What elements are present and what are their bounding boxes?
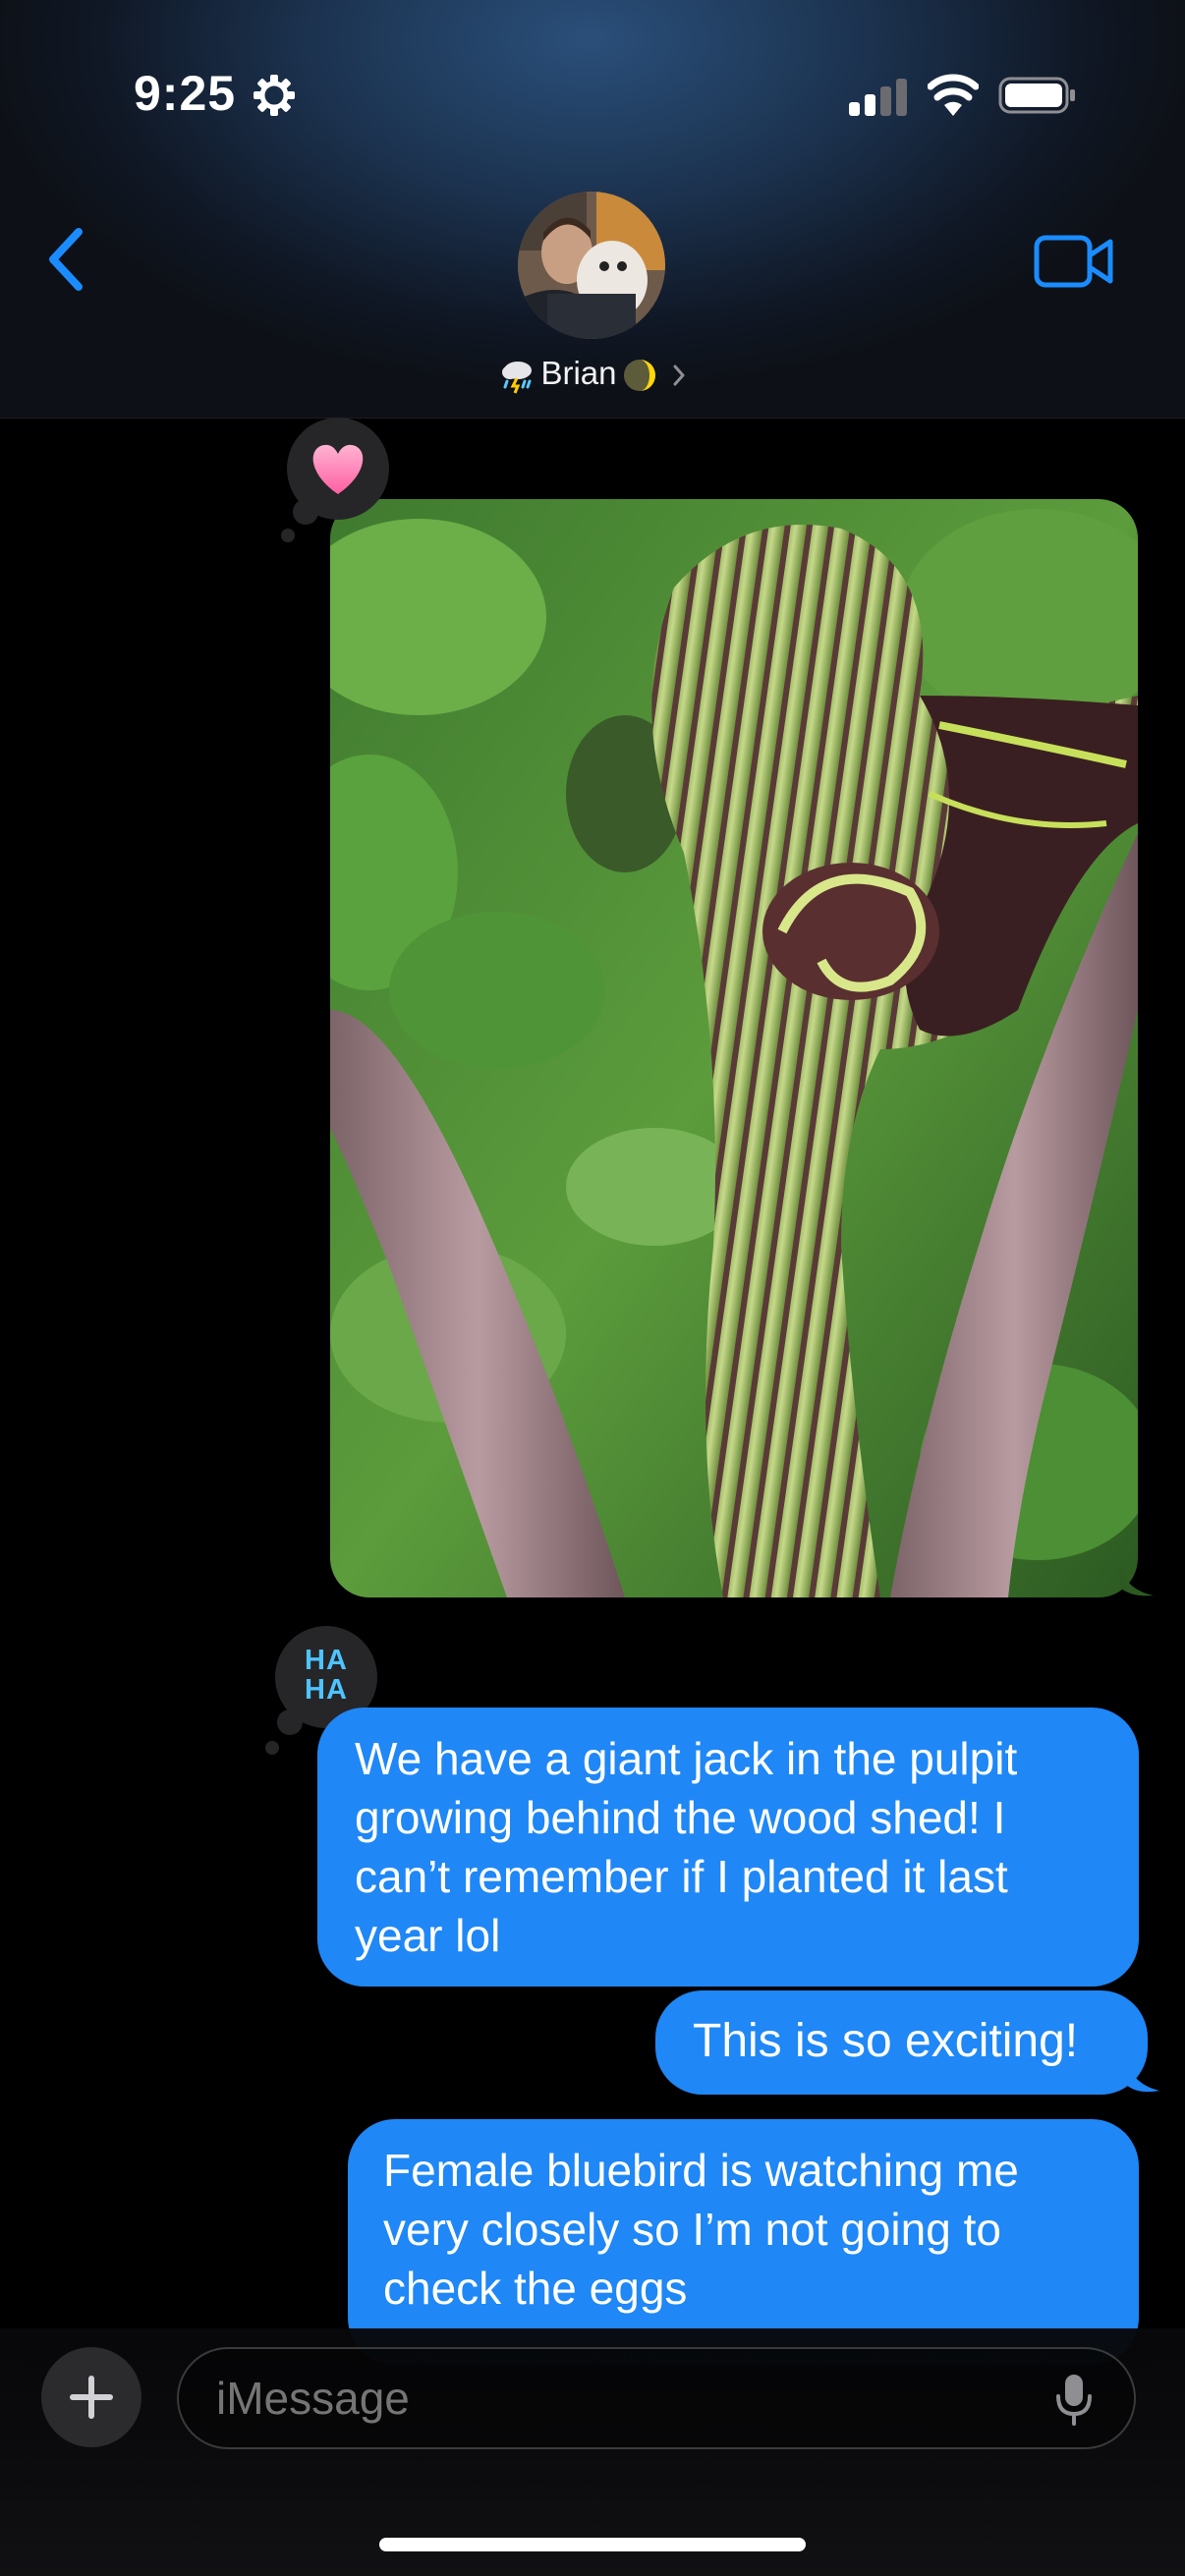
bubble-tail bbox=[1120, 1566, 1154, 1596]
outgoing-message[interactable]: This is so exciting! bbox=[655, 1990, 1148, 2095]
outgoing-message[interactable]: We have a giant jack in the pulpit growi… bbox=[317, 1708, 1139, 1987]
bubble-tail bbox=[1126, 2061, 1159, 2093]
plus-button[interactable] bbox=[41, 2347, 141, 2447]
video-camera-icon[interactable] bbox=[1034, 234, 1114, 289]
conversation-header: 9:25 Brian bbox=[0, 0, 1185, 419]
cellular-signal-icon bbox=[849, 77, 910, 116]
gear-focus-icon bbox=[254, 75, 295, 116]
contact-name-row[interactable]: Brian bbox=[0, 349, 1185, 398]
home-indicator[interactable] bbox=[379, 2538, 806, 2551]
haha-icon: HA HA bbox=[305, 1645, 348, 1706]
image-message[interactable] bbox=[330, 499, 1138, 1597]
chevron-left-icon[interactable] bbox=[39, 224, 94, 295]
avatar-photo bbox=[518, 192, 665, 339]
tapback-dot bbox=[265, 1741, 279, 1755]
moon-icon bbox=[623, 360, 655, 392]
rain-cloud-icon bbox=[502, 362, 533, 394]
plus-icon bbox=[70, 2376, 113, 2419]
heart-tapback[interactable] bbox=[287, 418, 389, 520]
contact-name[interactable]: Brian bbox=[540, 355, 616, 391]
contact-avatar[interactable] bbox=[518, 192, 665, 339]
jack-in-the-pulpit-photo bbox=[330, 499, 1138, 1597]
battery-icon bbox=[998, 77, 1075, 114]
status-time: 9:25 bbox=[134, 66, 237, 121]
chevron-right-icon bbox=[673, 364, 685, 386]
message-input[interactable] bbox=[177, 2347, 1136, 2449]
wifi-icon bbox=[928, 74, 979, 116]
tapback-dot bbox=[281, 529, 295, 542]
heart-icon bbox=[312, 444, 364, 494]
microphone-icon[interactable] bbox=[1054, 2373, 1094, 2428]
